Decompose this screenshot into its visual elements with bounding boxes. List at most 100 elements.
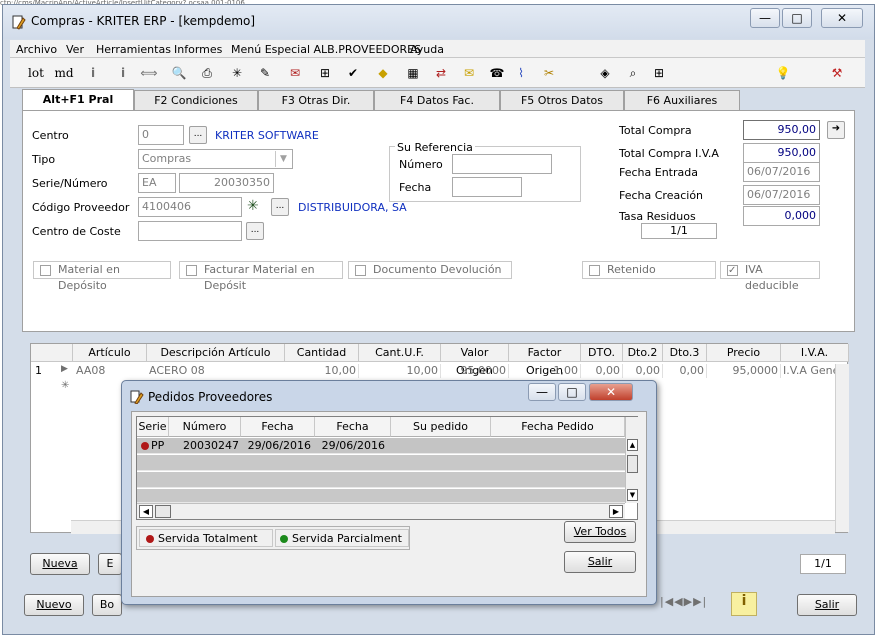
documento-devolucion-checkbox[interactable]: Documento Devolución bbox=[348, 261, 512, 279]
su-fecha-field[interactable] bbox=[452, 177, 522, 197]
record-navigation[interactable]: |◀◀▶▶| bbox=[660, 595, 716, 615]
grid-vertical-scrollbar[interactable] bbox=[835, 364, 849, 532]
dialog-close-button[interactable]: ✕ bbox=[589, 383, 633, 401]
chevron-down-icon[interactable]: ▼ bbox=[275, 151, 291, 167]
attach-icon[interactable]: ⌇ bbox=[512, 64, 530, 82]
cell-numero[interactable]: 20030247 bbox=[169, 438, 239, 454]
arrow-right-icon[interactable]: ➜ bbox=[827, 121, 845, 139]
cell-articulo[interactable]: AA08 bbox=[76, 364, 105, 377]
scroll-up-icon[interactable]: ▲ bbox=[627, 439, 638, 451]
scroll-left-icon[interactable]: ◀ bbox=[139, 505, 153, 518]
dialog-horizontal-scrollbar[interactable]: ◀ ▶ bbox=[137, 503, 625, 519]
stamp-icon[interactable]: ✉ bbox=[286, 64, 304, 82]
envelope-icon[interactable]: ✉ bbox=[460, 64, 478, 82]
tools-icon[interactable]: ⚒ bbox=[828, 64, 846, 82]
col-dto[interactable]: DTO. bbox=[581, 344, 623, 362]
scroll-down-icon[interactable]: ▼ bbox=[627, 489, 638, 501]
coste-lookup-button[interactable]: ... bbox=[246, 222, 264, 240]
col-serie[interactable]: Serie bbox=[137, 417, 169, 437]
centro-field[interactable]: 0 bbox=[138, 125, 184, 145]
cell-precio[interactable]: 95,0000 bbox=[707, 364, 781, 378]
bulb-icon[interactable]: 💡 bbox=[774, 64, 792, 82]
print-icon[interactable]: ⎙ bbox=[198, 64, 216, 82]
col-precio[interactable]: Precio bbox=[707, 344, 781, 362]
cell-dto[interactable]: 0,00 bbox=[581, 364, 623, 378]
split-icon[interactable]: ⟺ bbox=[140, 64, 158, 82]
menu-herramientas[interactable]: Herramientas bbox=[96, 43, 171, 56]
col-dto2[interactable]: Dto.2 bbox=[623, 344, 663, 362]
col-factor-origen[interactable]: Factor Origen bbox=[509, 344, 581, 377]
search-icon[interactable]: ⌕ bbox=[624, 64, 642, 82]
col-fecha[interactable]: Fecha bbox=[241, 417, 315, 437]
cell-cant-uf[interactable]: 10,00 bbox=[359, 364, 441, 378]
info-icon[interactable]: i bbox=[84, 64, 102, 82]
col-descripcion[interactable]: Descripción Artículo bbox=[147, 344, 285, 362]
centro-lookup-button[interactable]: ... bbox=[189, 126, 207, 144]
col-numero[interactable]: Número bbox=[169, 417, 241, 437]
col-cant-uf[interactable]: Cant.U.F. bbox=[359, 344, 441, 362]
tab-otras-dir[interactable]: F3 Otras Dir. bbox=[258, 90, 374, 110]
menu-ayuda[interactable]: Ayuda bbox=[410, 43, 444, 56]
dialog-vertical-scrollbar[interactable]: ▲ ▼ bbox=[625, 417, 639, 503]
retenido-checkbox[interactable]: Retenido bbox=[582, 261, 716, 279]
tab-otros-datos[interactable]: F5 Otros Datos bbox=[500, 90, 624, 110]
tab-auxiliares[interactable]: F6 Auxiliares bbox=[624, 90, 740, 110]
e-button[interactable]: E bbox=[98, 553, 122, 575]
facturar-material-checkbox[interactable]: Facturar Material en Depósit bbox=[179, 261, 343, 292]
scroll-thumb[interactable] bbox=[627, 455, 638, 473]
minimize-button[interactable]: — bbox=[750, 8, 780, 28]
cell-dto3[interactable]: 0,00 bbox=[663, 364, 707, 378]
cell-descripcion[interactable]: ACERO 08 bbox=[149, 364, 205, 377]
salir-main-button[interactable]: Salir bbox=[797, 594, 857, 616]
col-iva[interactable]: I.V.A. bbox=[781, 344, 849, 362]
info-icon[interactable]: i bbox=[731, 592, 757, 616]
info-icon[interactable]: i bbox=[114, 64, 132, 82]
material-deposito-checkbox[interactable]: Material en Depósito bbox=[33, 261, 171, 292]
col-valor-origen[interactable]: Valor Origen bbox=[441, 344, 509, 377]
cell-fecha-entrega[interactable]: 29/06/2016 bbox=[315, 438, 385, 454]
col-dto3[interactable]: Dto.3 bbox=[663, 344, 707, 362]
proveedor-field[interactable]: 4100406 bbox=[138, 197, 242, 217]
scroll-h-thumb[interactable] bbox=[155, 505, 171, 518]
lot-button[interactable]: lot bbox=[26, 64, 46, 82]
col-fecha-pedido[interactable]: Fecha Pedido bbox=[491, 417, 625, 437]
preview-icon[interactable]: 🔍 bbox=[170, 64, 188, 82]
cell-factor[interactable]: 1,00 bbox=[509, 364, 581, 378]
cell-valor[interactable]: 95,0000 bbox=[441, 364, 509, 378]
col-su-pedido[interactable]: Su pedido bbox=[391, 417, 491, 437]
cell-fecha[interactable]: 29/06/2016 bbox=[241, 438, 311, 454]
dialog-minimize-button[interactable]: — bbox=[528, 383, 556, 401]
edit-icon[interactable]: ✎ bbox=[256, 64, 274, 82]
cell-dto2[interactable]: 0,00 bbox=[623, 364, 663, 378]
col-fecha-entrega[interactable]: Fecha Entrega bbox=[315, 417, 391, 453]
table-row[interactable]: 1 ▶ AA08 ACERO 08 10,00 10,00 95,0000 1,… bbox=[31, 364, 849, 378]
grid-icon[interactable]: ⊞ bbox=[650, 64, 668, 82]
check-icon[interactable]: ✔ bbox=[344, 64, 362, 82]
fecha-entrada-field[interactable]: 06/07/2016 bbox=[743, 162, 820, 182]
nuevo-button[interactable]: Nuevo bbox=[24, 594, 84, 616]
swap-icon[interactable]: ⇄ bbox=[432, 64, 450, 82]
ver-todos-button[interactable]: Ver Todos bbox=[564, 521, 636, 543]
menu-especial[interactable]: Menú Especial ALB.PROVEEDORES bbox=[231, 43, 421, 56]
iva-deducible-checkbox[interactable]: ✓ IVA deducible bbox=[720, 261, 820, 292]
close-button[interactable]: ✕ bbox=[821, 8, 863, 28]
coste-field[interactable] bbox=[138, 221, 242, 241]
star-icon[interactable]: ✳ bbox=[228, 64, 246, 82]
warning-icon[interactable]: ◆ bbox=[374, 64, 392, 82]
clip-icon[interactable]: ✂ bbox=[540, 64, 558, 82]
cell-iva[interactable]: I.V.A Gene bbox=[783, 364, 835, 377]
tab-datos-fac[interactable]: F4 Datos Fac. bbox=[374, 90, 500, 110]
calc-icon[interactable]: ▦ bbox=[404, 64, 422, 82]
md-button[interactable]: md bbox=[54, 64, 74, 82]
network-icon[interactable]: ✳ bbox=[247, 198, 259, 214]
cell-serie[interactable]: PP bbox=[151, 438, 164, 454]
col-cantidad[interactable]: Cantidad bbox=[285, 344, 359, 362]
scroll-right-icon[interactable]: ▶ bbox=[609, 505, 623, 518]
col-articulo[interactable]: Artículo bbox=[73, 344, 147, 362]
proveedor-lookup-button[interactable]: ... bbox=[271, 198, 289, 216]
menu-informes[interactable]: Informes bbox=[174, 43, 222, 56]
nueva-button[interactable]: Nueva bbox=[30, 553, 90, 575]
serie-field[interactable]: EA bbox=[138, 173, 176, 193]
bo-button[interactable]: Bo bbox=[92, 594, 122, 616]
maximize-button[interactable]: □ bbox=[782, 8, 812, 28]
